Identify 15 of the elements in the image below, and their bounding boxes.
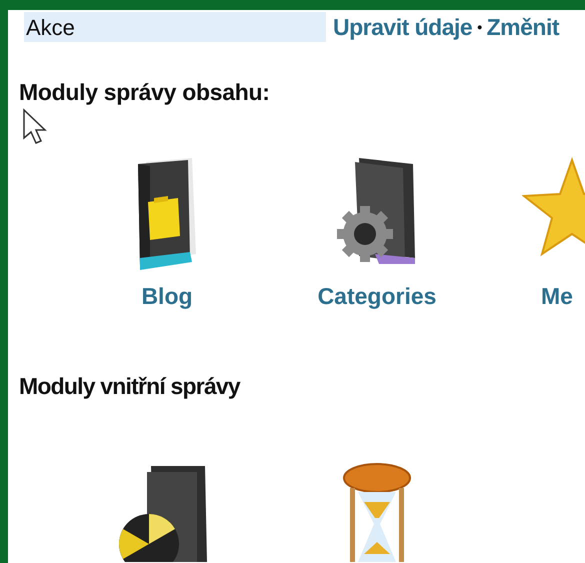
action-field[interactable]: Akce <box>24 12 326 42</box>
disc-folder-icon[interactable] <box>119 466 207 562</box>
separator-dot: • <box>477 18 482 36</box>
section-heading: Moduly správy obsahu: <box>19 78 270 106</box>
section-heading: Moduly vnitřní správy <box>19 372 240 400</box>
hourglass-icon[interactable] <box>343 463 411 562</box>
cursor-icon <box>23 108 47 144</box>
module-link[interactable]: Categories <box>318 282 436 310</box>
module-link[interactable]: Blog <box>141 282 193 310</box>
module-link[interactable]: Me <box>541 282 573 310</box>
folder-note-icon[interactable] <box>138 158 196 270</box>
nav-link[interactable]: Změnit <box>486 10 560 44</box>
gear-folder-icon[interactable] <box>337 158 415 264</box>
star-icon[interactable] <box>522 157 585 256</box>
nav-link[interactable]: Upravit údaje <box>333 10 472 44</box>
